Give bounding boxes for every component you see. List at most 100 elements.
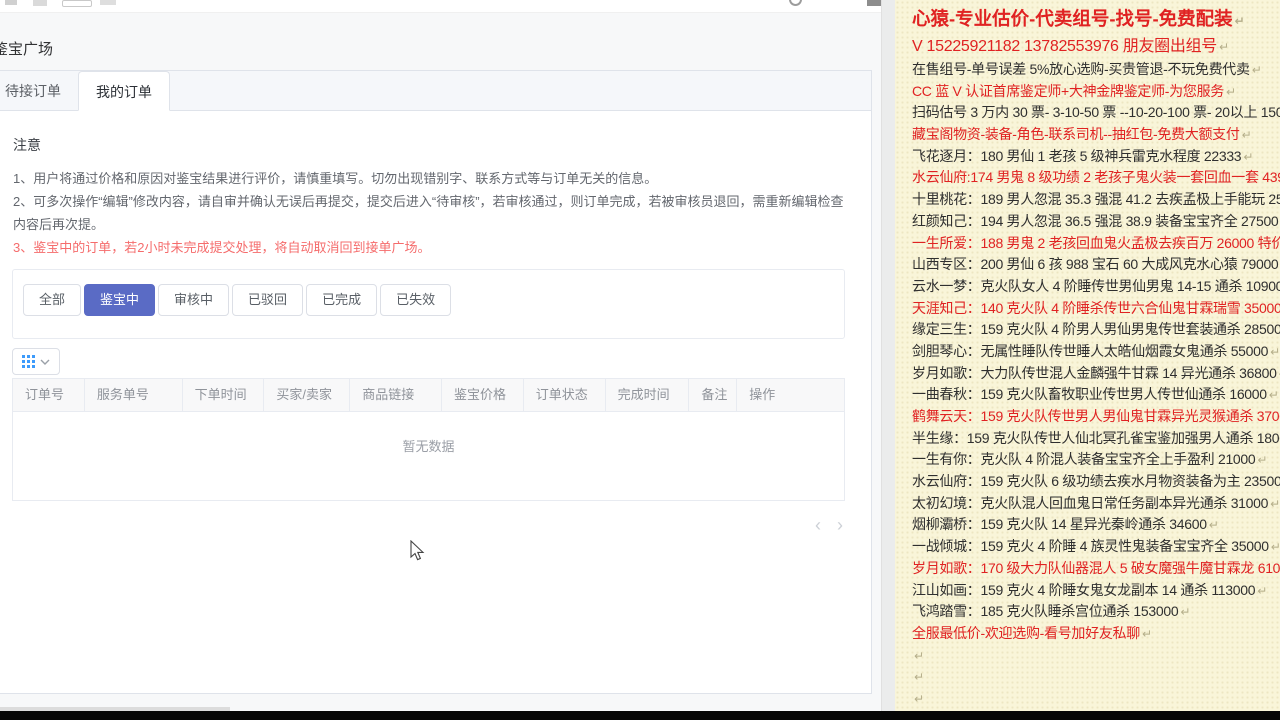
- appraisal-app-window: 鉴宝广场 待接订单 我的订单 注意 1、用户将通过价格和原因对鉴宝结果进行评价，请…: [0, 0, 887, 711]
- address-bar-fragment: [62, 0, 92, 7]
- doc-line: 太初幻境：克火队混人回血鬼日常任务副本异光通杀 31000 ↵: [912, 493, 1280, 515]
- doc-line-text: CC 蓝 V 认证首席鉴定师+大神金牌鉴定师-为您服务: [912, 82, 1224, 99]
- notice-line: 2、可多次操作“编辑”修改内容，请自审并确认无误后再提交，提交后进入“待审核”，…: [13, 194, 844, 232]
- doc-line-text: 飞鸿踏雪：185 克火队睡杀宫位通杀 153000: [912, 603, 1179, 620]
- doc-line-text: 在售组号-单号误差 5%放心选购-买贵管退-不玩免费代卖: [912, 61, 1250, 77]
- doc-line: 剑胆琴心：无属性睡队传世睡人太皓仙烟霞女鬼通杀 55000 ↵: [912, 341, 1280, 363]
- table-header-cell: 鉴宝价格: [442, 379, 524, 411]
- doc-line-text: 一曲春秋：159 克火队畜牧职业传世男人传世仙通杀 16000: [912, 386, 1267, 403]
- paragraph-mark-icon: ↵: [1180, 605, 1191, 620]
- paragraph-mark-icon: ↵: [914, 670, 925, 685]
- notice-heading: 注意: [13, 137, 41, 153]
- paragraph-mark-icon: ↵: [1268, 388, 1279, 403]
- doc-line-text: 鹤舞云天：159 克火队传世男人男仙鬼甘霖异光灵猴通杀 37000: [912, 408, 1280, 424]
- table-header-cell: 操作: [749, 387, 776, 402]
- notice-line: 3、鉴宝中的订单，若2小时未完成提交处理，将自动取消回到接单广场。: [13, 240, 431, 255]
- empty-state-text: 暂无数据: [402, 439, 455, 454]
- filter-rejected[interactable]: 已驳回: [232, 284, 304, 316]
- paragraph-mark-icon: ↵: [1208, 518, 1219, 533]
- doc-line: 全服最低价-欢迎选购-看号加好友私聊 ↵: [912, 623, 1280, 645]
- doc-line: 鹤舞云天：159 克火队传世男人男仙鬼甘霖异光灵猴通杀 37000↵: [912, 406, 1280, 428]
- doc-line: 岁月如歌：170 级大力队仙器混人 5 破女魔强牛魔甘霖龙 61000↵: [912, 558, 1280, 580]
- status-filter-group: 全部 鉴宝中 审核中 已驳回 已完成 已失效: [23, 284, 452, 316]
- doc-line-text: 一战倾城：159 克火 4 阶睡 4 族灵性鬼装备宝宝齐全 35000: [912, 538, 1269, 555]
- table-header-cell: 备注: [689, 379, 738, 411]
- doc-line-text: 太初幻境：克火队混人回血鬼日常任务副本异光通杀 31000: [912, 494, 1269, 511]
- doc-line: 山西专区：200 男仙 6 孩 988 宝石 60 大成风克水心猿 79000↵: [912, 254, 1280, 276]
- doc-line: 藏宝阁物资-装备-角色-联系司机--抽红包-免费大额支付 ↵: [912, 124, 1280, 146]
- doc-line-text: 烟柳灞桥：159 克火队 14 星异光秦岭通杀 34600: [912, 516, 1207, 533]
- paragraph-mark-icon: ↵: [1270, 344, 1280, 359]
- table-header-cell: 订单号: [13, 379, 85, 411]
- doc-line-text: 十里桃花：189 男人忽混 35.3 强混 41.2 去疾孟极上手能玩 2588…: [912, 191, 1280, 208]
- table-header-cell: 下单时间: [183, 379, 265, 411]
- doc-line-text: 一生所爱：188 男鬼 2 老孩回血鬼火孟极去疾百万 26000 特价号: [912, 234, 1280, 251]
- bottom-black-bar: [0, 711, 1280, 720]
- doc-line-text: 水云仙府：159 克火队 6 级功绩去疾水月物资装备为主 23500: [912, 473, 1280, 490]
- doc-line-text: 山西专区：200 男仙 6 孩 988 宝石 60 大成风克水心猿 79000: [912, 256, 1279, 273]
- doc-line: 云水一梦：克火队女人 4 阶睡传世男仙男鬼 14-15 通杀 109000↵: [912, 276, 1280, 298]
- doc-line: 飞鸿踏雪：185 克火队睡杀宫位通杀 153000 ↵: [912, 601, 1280, 623]
- doc-line-text: 天涯知己：140 克火队 4 阶睡杀传世六合仙鬼甘霖瑞雪 35000: [912, 299, 1280, 316]
- filter-reviewing[interactable]: 审核中: [158, 284, 230, 316]
- doc-line: 在售组号-单号误差 5%放心选购-买贵管退-不玩免费代卖 ↵: [912, 59, 1280, 81]
- bookmark-icon: [100, 0, 116, 5]
- tab-pending-orders[interactable]: 待接订单: [0, 71, 78, 110]
- notice-line: 1、用户将通过价格和原因对鉴宝结果进行评价，请慎重填写。切勿出现错别字、联系方式…: [13, 171, 658, 186]
- table-header-cell: 订单状态: [524, 379, 606, 411]
- doc-line: V 15225921182 13782553976 朋友圈出组号 ↵: [912, 34, 1280, 59]
- doc-line: 缘定三生：159 克火队 4 阶男人男仙男鬼传世套装通杀 28500↵: [912, 319, 1280, 341]
- doc-line: 水云仙府:174 男鬼 8 级功绩 2 老孩子鬼火装一套回血一套 4399↵: [912, 167, 1280, 189]
- pagination-prev-button[interactable]: ‹: [815, 516, 821, 534]
- sales-document-page[interactable]: 心猿-专业估价-代卖组号-找号-免费配装 ↵ V 15225921182 13782…: [895, 0, 1280, 711]
- doc-line-text: V 15225921182 13782553976 朋友圈出组号: [912, 38, 1217, 55]
- paragraph-mark-icon: ↵: [1270, 540, 1280, 555]
- paragraph-mark-icon: ↵: [1141, 626, 1152, 641]
- doc-line-text: 岁月如歌：大力队传世混人金麟强牛甘霖 14 异光通杀 36800: [912, 364, 1277, 381]
- mouse-cursor: [410, 540, 425, 561]
- layout-toggle-button[interactable]: [12, 348, 60, 375]
- grid-icon: [22, 355, 35, 368]
- pagination: ‹ ›: [815, 516, 843, 534]
- paragraph-mark-icon: ↵: [1270, 496, 1280, 511]
- filter-all[interactable]: 全部: [23, 284, 82, 316]
- vertical-scrollbar[interactable]: [881, 0, 895, 711]
- doc-line: 红颜知己：194 男人忽混 36.5 强混 38.9 装备宝宝齐全 27500↵: [912, 211, 1280, 233]
- doc-line-text: 藏宝阁物资-装备-角色-联系司机--抽红包-免费大额支付: [912, 126, 1240, 143]
- tab-my-orders[interactable]: 我的订单: [78, 71, 170, 111]
- pagination-next-button[interactable]: ›: [837, 516, 843, 534]
- screen: 鉴宝广场 待接订单 我的订单 注意 1、用户将通过价格和原因对鉴宝结果进行评价，请…: [0, 0, 1280, 720]
- orders-table: 订单号 服务单号 下单时间 买家/卖家 商品链接 鉴宝价格 订单状态 完成时间 备注 操作 暂无数…: [12, 378, 845, 501]
- doc-line: 心猿-专业估价-代卖组号-找号-免费配装 ↵: [912, 4, 1280, 34]
- doc-line: 江山如画：159 克火 4 阶睡女鬼女龙副本 14 通杀 113000 ↵: [912, 580, 1280, 602]
- paragraph-mark-icon: ↵: [1257, 583, 1268, 598]
- paragraph-mark-icon: ↵: [1243, 149, 1254, 164]
- menu-icon: [5, 0, 17, 5]
- table-header-row: 订单号 服务单号 下单时间 买家/卖家 商品链接 鉴宝价格 订单状态 完成时间 备注 操作: [13, 379, 844, 412]
- table-header-cell: 完成时间: [606, 379, 690, 411]
- doc-line-text: 云水一梦：克火队女人 4 阶睡传世男仙男鬼 14-15 通杀 109000: [912, 277, 1280, 294]
- chevron-down-icon: [40, 359, 50, 365]
- doc-line: ↵: [912, 688, 1280, 710]
- paragraph-mark-icon: ↵: [1257, 453, 1268, 468]
- notice-text: 1、用户将通过价格和原因对鉴宝结果进行评价，请慎重填写。切勿出现错别字、联系方式…: [13, 167, 846, 259]
- paragraph-mark-icon: ↵: [1241, 128, 1252, 143]
- filter-completed[interactable]: 已完成: [306, 284, 378, 316]
- paragraph-mark-icon: ↵: [1251, 63, 1262, 77]
- paragraph-mark-icon: ↵: [914, 691, 925, 706]
- back-icon: [33, 0, 47, 6]
- doc-line: 一生有你：克火队 4 阶混人装备宝宝齐全上手盈利 21000 ↵: [912, 449, 1280, 471]
- page-title: 鉴宝广场: [0, 41, 54, 58]
- doc-line: 飞花逐月：180 男仙 1 老孩 5 级神兵雷克水程度 22333 ↵: [912, 146, 1280, 168]
- browser-topbar: [0, 0, 887, 13]
- paragraph-mark-icon: ↵: [1234, 14, 1245, 28]
- doc-line: 一曲春秋：159 克火队畜牧职业传世男人传世仙通杀 16000 ↵: [912, 384, 1280, 406]
- doc-line: 扫码估号 3 万内 30 票- 3-10-50 票 --10-20-100 票-…: [912, 102, 1280, 124]
- doc-line-text: 剑胆琴心：无属性睡队传世睡人太皓仙烟霞女鬼通杀 55000: [912, 342, 1269, 359]
- doc-line: 天涯知己：140 克火队 4 阶睡杀传世六合仙鬼甘霖瑞雪 35000↵: [912, 298, 1280, 320]
- doc-line-text: 江山如画：159 克火 4 阶睡女鬼女龙副本 14 通杀 113000: [912, 581, 1256, 598]
- doc-line-text: 扫码估号 3 万内 30 票- 3-10-50 票 --10-20-100 票-…: [912, 104, 1280, 121]
- doc-line: 水云仙府：159 克火队 6 级功绩去疾水月物资装备为主 23500↵: [912, 471, 1280, 493]
- filter-appraising[interactable]: 鉴宝中: [84, 284, 156, 316]
- filter-expired[interactable]: 已失效: [380, 284, 452, 316]
